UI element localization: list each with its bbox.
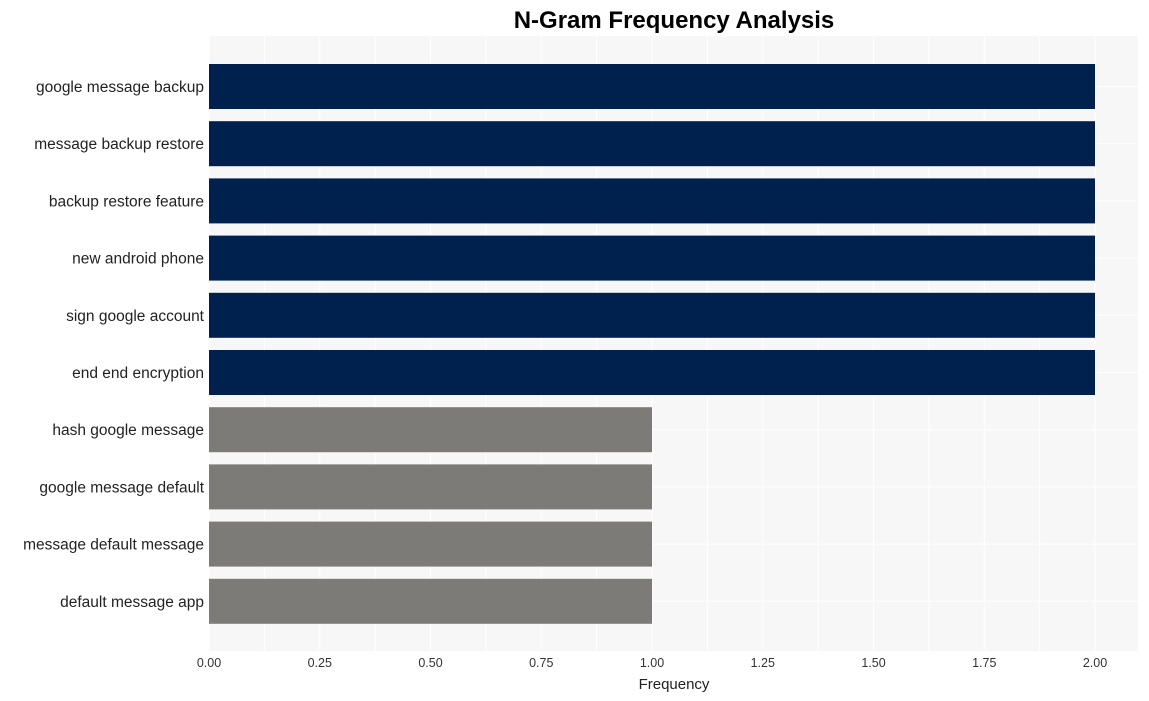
y-tick-label: hash google message [52,422,204,439]
y-tick-label: end end encryption [72,365,204,382]
x-tick-label: 1.75 [972,656,996,670]
x-tick-label: 2.00 [1083,656,1107,670]
bar-new-android-phone [209,235,1095,281]
bar-backup-restore-feature [209,178,1095,224]
y-tick-label: message backup restore [34,136,204,153]
x-tick-label: 0.25 [308,656,332,670]
bar-default-message-app [209,578,652,624]
x-tick-label: 0.50 [418,656,442,670]
y-tick-label: backup restore feature [49,193,204,210]
x-tick-label: 0.75 [529,656,553,670]
x-axis-ticks: 0.00 0.25 0.50 0.75 1.00 1.25 1.50 1.75 2.00 [197,656,1107,670]
bar-sign-google-account [209,292,1095,338]
y-tick-label: google message backup [36,79,204,96]
bar-google-message-backup [209,64,1095,109]
y-tick-label: default message app [60,594,204,611]
y-tick-label: google message default [39,479,204,496]
bar-end-end-encryption [209,350,1095,395]
x-tick-label: 0.00 [197,656,221,670]
y-tick-label: sign google account [66,308,205,325]
x-tick-label: 1.50 [861,656,885,670]
chart-title: N-Gram Frequency Analysis [514,7,835,34]
x-tick-label: 1.00 [640,656,664,670]
bar-message-default-message [209,521,652,567]
bar-hash-google-message [209,407,652,453]
y-tick-label: message default message [23,537,204,554]
y-axis-labels: google message backup message backup rest… [23,79,205,611]
x-axis-label: Frequency [639,676,710,693]
ngram-bar-chart: google message backup message backup rest… [23,7,1138,693]
y-tick-label: new android phone [72,251,204,268]
bar-google-message-default [209,464,652,510]
x-tick-label: 1.25 [751,656,775,670]
bar-message-backup-restore [209,121,1095,167]
